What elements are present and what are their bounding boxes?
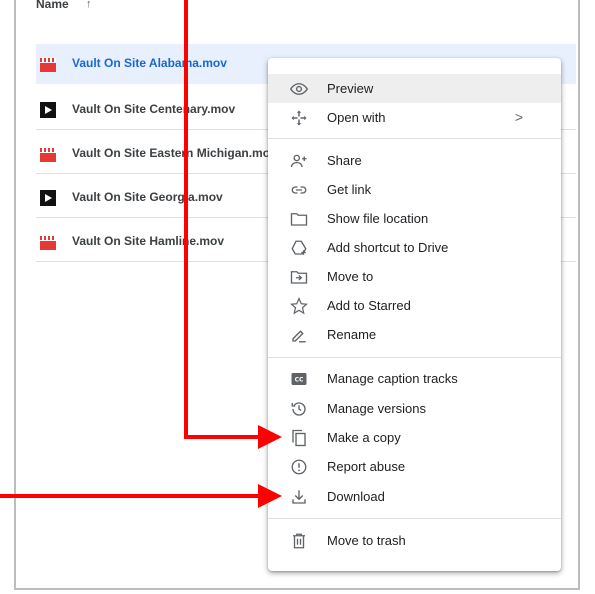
annotation-overlay bbox=[0, 0, 282, 508]
annotation-arrow-make-a-copy bbox=[184, 0, 282, 449]
